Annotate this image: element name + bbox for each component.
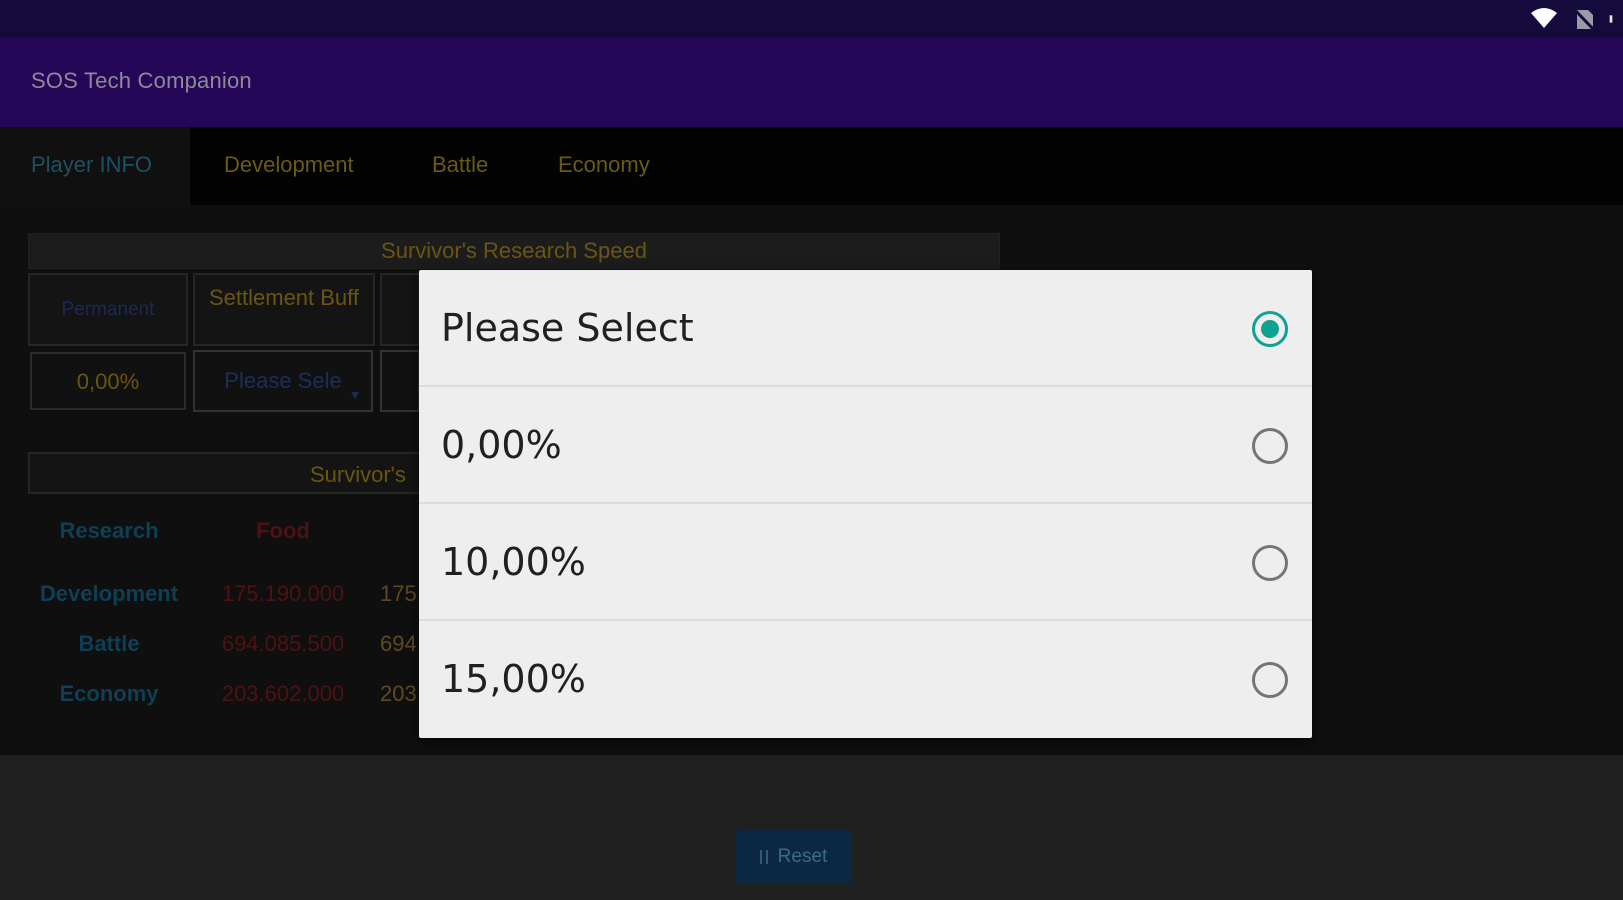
no-sim-icon: [1572, 7, 1597, 32]
option-label: 15,00%: [441, 657, 586, 701]
settlement-buff-value: Please Sele: [224, 368, 342, 393]
row-development-label: Development: [39, 581, 179, 606]
reset-label: Reset: [777, 846, 828, 867]
row-development-extra: 175: [380, 581, 417, 606]
tab-economy[interactable]: Economy: [558, 127, 650, 205]
option-10-percent[interactable]: 10,00%: [419, 504, 1312, 621]
app-bar: SOS Tech Companion: [0, 38, 1623, 127]
tab-development[interactable]: Development: [224, 127, 354, 205]
dropdown-arrow-icon: ▼: [349, 388, 361, 402]
reset-button[interactable]: Reset: [735, 830, 852, 884]
option-label: 10,00%: [441, 540, 586, 584]
tab-battle[interactable]: Battle: [432, 127, 488, 205]
reset-icon: [759, 850, 768, 864]
survivors-header: Survivor's: [28, 452, 448, 494]
settlement-buff-dropdown[interactable]: Please Sele ▼: [193, 350, 373, 412]
permanent-header: Permanent: [28, 273, 188, 346]
row-economy-food: 203.602.000: [221, 681, 345, 706]
tab-player-info[interactable]: Player INFO: [0, 127, 190, 205]
row-battle-extra: 694: [380, 631, 417, 656]
option-0-percent[interactable]: 0,00%: [419, 387, 1312, 504]
row-economy-extra: 203: [380, 681, 417, 706]
app-title: SOS Tech Companion: [31, 68, 252, 93]
radio-checked-icon[interactable]: [1252, 311, 1288, 347]
permanent-value-field[interactable]: 0,00%: [30, 352, 186, 410]
settlement-buff-label: Settlement Buff: [208, 285, 359, 310]
extra-header: [380, 273, 420, 346]
battery-icon: [1609, 15, 1613, 23]
status-icons: [1529, 6, 1623, 32]
select-dialog: Please Select 0,00% 10,00% 15,00%: [419, 270, 1312, 738]
survivors-title: Survivor's: [310, 462, 406, 487]
extra-field[interactable]: [380, 350, 420, 412]
option-please-select[interactable]: Please Select: [419, 270, 1312, 387]
status-bar: [0, 0, 1623, 38]
row-economy-label: Economy: [59, 681, 159, 706]
radio-unchecked-icon[interactable]: [1252, 662, 1288, 698]
wifi-icon: [1531, 8, 1557, 28]
row-battle-food: 694.085.500: [221, 631, 345, 656]
settlement-buff-header: Settlement Buff: [193, 273, 375, 346]
research-speed-title: Survivor's Research Speed: [381, 238, 647, 263]
tab-bar: Player INFO Development Battle Economy: [0, 127, 1623, 205]
radio-unchecked-icon[interactable]: [1252, 545, 1288, 581]
research-column-header: Research: [59, 518, 159, 543]
radio-unchecked-icon[interactable]: [1252, 428, 1288, 464]
option-label: 0,00%: [441, 423, 562, 467]
row-development-food: 175.190.000: [221, 581, 345, 606]
permanent-label: Permanent: [61, 299, 155, 320]
row-battle-label: Battle: [78, 631, 140, 656]
food-column-header: Food: [256, 518, 310, 543]
option-15-percent[interactable]: 15,00%: [419, 621, 1312, 738]
permanent-value: 0,00%: [76, 369, 140, 394]
research-speed-header: Survivor's Research Speed: [28, 233, 1000, 269]
option-label: Please Select: [441, 306, 694, 350]
